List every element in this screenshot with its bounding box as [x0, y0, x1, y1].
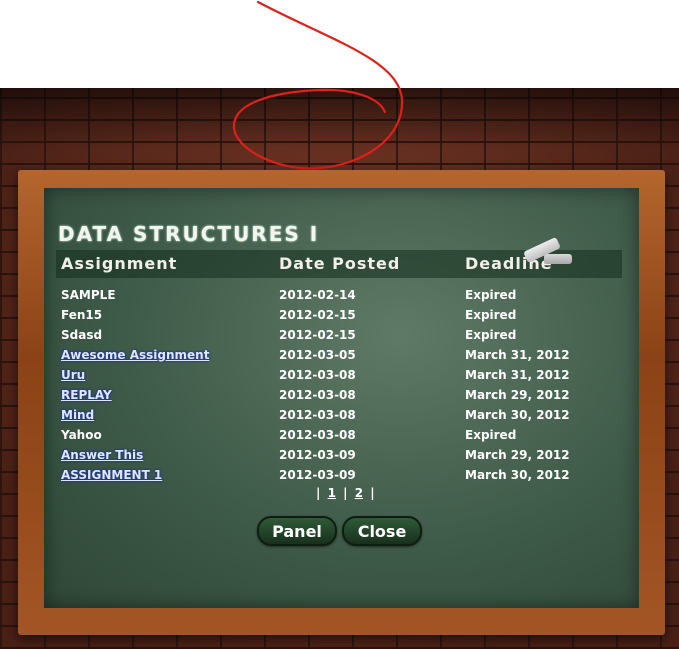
deadline: Expired	[465, 428, 517, 442]
assignment-name: Fen15	[61, 308, 103, 322]
chalk-piece-icon	[544, 254, 572, 264]
assignment-name: Yahoo	[61, 428, 102, 442]
deadline: Expired	[465, 288, 517, 302]
table-row: SAMPLE 2012-02-14 Expired	[44, 286, 639, 306]
assignment-name[interactable]: Answer This	[61, 448, 143, 462]
table-row: ASSIGNMENT 1 2012-03-09 March 30, 2012	[44, 466, 639, 486]
table-row: Fen15 2012-02-15 Expired	[44, 306, 639, 326]
column-header-date-posted: Date Posted	[279, 254, 401, 273]
pagination: | 1 | 2 |	[316, 486, 375, 500]
chalkboard-frame: DATA STRUCTURES I Assignment Date Posted…	[18, 170, 665, 635]
table-row: Answer This 2012-03-09 March 29, 2012	[44, 446, 639, 466]
deadline: March 29, 2012	[465, 448, 570, 462]
date-posted: 2012-03-08	[279, 428, 356, 442]
assignment-name[interactable]: Uru	[61, 368, 85, 382]
assignment-name: Sdasd	[61, 328, 103, 342]
course-title: DATA STRUCTURES I	[58, 222, 320, 246]
deadline: Expired	[465, 308, 517, 322]
deadline: Expired	[465, 328, 517, 342]
panel-button[interactable]: Panel	[257, 516, 337, 546]
table-row: Uru 2012-03-08 March 31, 2012	[44, 366, 639, 386]
date-posted: 2012-03-09	[279, 448, 356, 462]
date-posted: 2012-03-08	[279, 388, 356, 402]
table-row: Yahoo 2012-03-08 Expired	[44, 426, 639, 446]
date-posted: 2012-02-15	[279, 328, 356, 342]
table-row: Sdasd 2012-02-15 Expired	[44, 326, 639, 346]
column-header-assignment: Assignment	[61, 254, 178, 273]
page-link-1[interactable]: 1	[328, 486, 336, 500]
table-row: Awesome Assignment 2012-03-05 March 31, 20…	[44, 346, 639, 366]
close-button[interactable]: Close	[342, 516, 422, 546]
chalkboard: DATA STRUCTURES I Assignment Date Posted…	[44, 188, 639, 608]
assignment-name[interactable]: Awesome Assignment	[61, 348, 209, 362]
table-row: REPLAY 2012-03-08 March 29, 2012	[44, 386, 639, 406]
assignment-name[interactable]: Mind	[61, 408, 94, 422]
assignment-name[interactable]: REPLAY	[61, 388, 112, 402]
date-posted: 2012-03-09	[279, 468, 356, 482]
table-row: Mind 2012-03-08 March 30, 2012	[44, 406, 639, 426]
date-posted: 2012-02-14	[279, 288, 356, 302]
deadline: March 29, 2012	[465, 388, 570, 402]
deadline: March 31, 2012	[465, 348, 570, 362]
deadline: March 30, 2012	[465, 468, 570, 482]
deadline: March 31, 2012	[465, 368, 570, 382]
deadline: March 30, 2012	[465, 408, 570, 422]
page-link-2[interactable]: 2	[355, 486, 363, 500]
date-posted: 2012-03-05	[279, 348, 356, 362]
date-posted: 2012-03-08	[279, 368, 356, 382]
date-posted: 2012-03-08	[279, 408, 356, 422]
date-posted: 2012-02-15	[279, 308, 356, 322]
assignment-name: SAMPLE	[61, 288, 116, 302]
assignment-name[interactable]: ASSIGNMENT 1	[61, 468, 162, 482]
